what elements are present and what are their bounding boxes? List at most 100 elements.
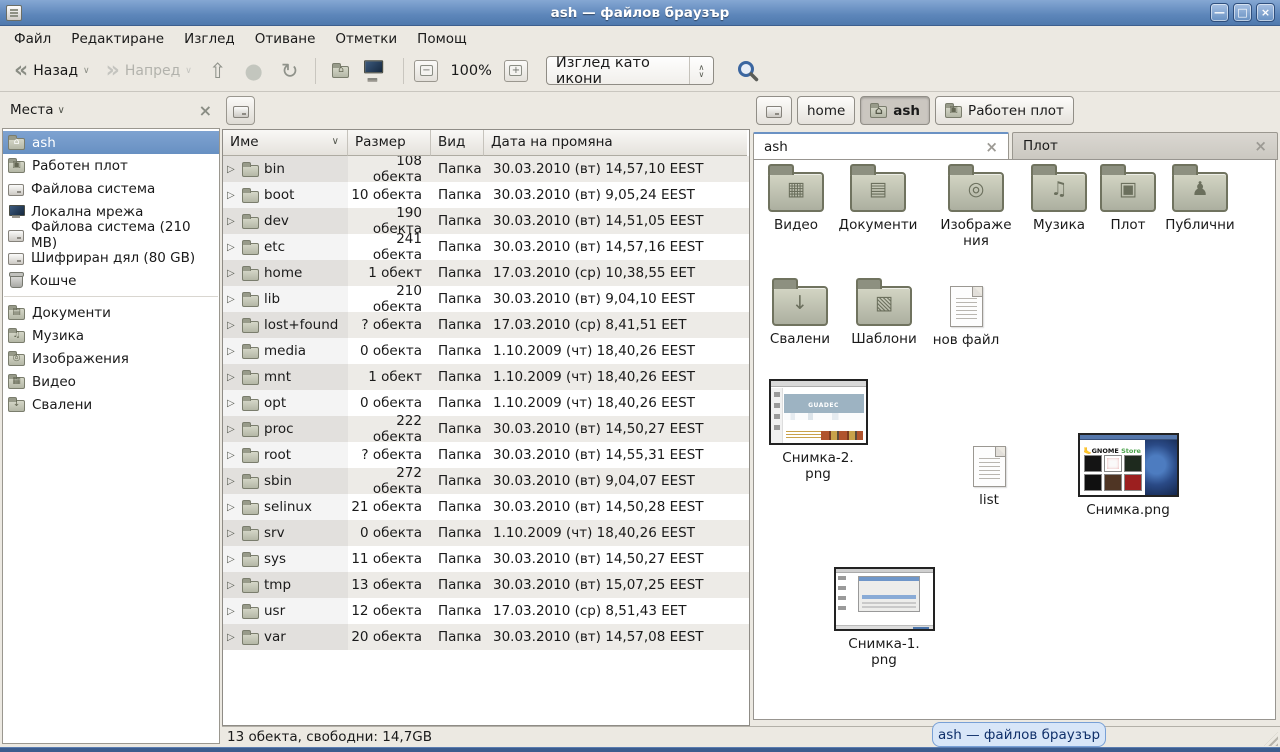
expander-icon[interactable]: ▷ [227,554,237,565]
menu-редактиране[interactable]: Редактиране [61,29,174,49]
icon-item-публични[interactable]: Публични [1156,172,1244,233]
forward-button[interactable]: » Напред ∨ [100,57,198,85]
table-row[interactable]: ▷ lib 210 обекта Папка 30.03.2010 (вт) 9… [223,286,749,312]
taskbar-window-button[interactable]: ash — файлов браузър [932,722,1106,747]
table-row[interactable]: ▷ dev 190 обекта Папка 30.03.2010 (вт) 1… [223,208,749,234]
column-header-date[interactable]: Дата на промяна [484,130,747,156]
expander-icon[interactable]: ▷ [227,632,237,643]
icon-item-изображения[interactable]: Изображения [938,172,1014,249]
root-path-button[interactable] [226,96,255,125]
view-mode-select[interactable]: Изглед като икони ∧∨ [546,56,714,85]
sidebar-item-музика[interactable]: Музика [3,324,219,347]
sidebar-item-файлова-система[interactable]: Файлова система [3,177,219,200]
menu-отиване[interactable]: Отиване [245,29,326,49]
menu-отметки[interactable]: Отметки [325,29,407,49]
expander-icon[interactable]: ▷ [227,216,237,227]
zoom-out-button[interactable]: − [414,60,438,82]
column-header-size[interactable]: Размер [348,130,431,156]
view-mode-spinner[interactable]: ∧∨ [689,57,713,84]
sidebar-item-документи[interactable]: Документи [3,301,219,324]
sidebar-item-ash[interactable]: ash [3,131,219,154]
table-row[interactable]: ▷ home 1 обект Папка 17.03.2010 (ср) 10,… [223,260,749,286]
back-dropdown-icon[interactable]: ∨ [83,66,90,76]
expander-icon[interactable]: ▷ [227,346,237,357]
table-row[interactable]: ▷ root ? обекта Папка 30.03.2010 (вт) 14… [223,442,749,468]
table-row[interactable]: ▷ opt 0 обекта Папка 1.10.2009 (чт) 18,4… [223,390,749,416]
up-icon[interactable]: ⇧ [202,60,234,82]
column-header-type[interactable]: Вид [431,130,484,156]
expander-icon[interactable]: ▷ [227,424,237,435]
home-button[interactable] [326,59,355,82]
menu-помощ[interactable]: Помощ [407,29,477,49]
sidebar-close-icon[interactable]: × [199,101,212,120]
minimize-button[interactable]: — [1210,3,1229,22]
computer-button[interactable] [359,58,393,84]
tab-ash[interactable]: ash × [753,132,1009,160]
breadcrumb-home-button[interactable]: home [797,96,855,125]
expander-icon[interactable]: ▷ [227,398,237,409]
sidebar-item-работен-плот[interactable]: Работен плот [3,154,219,177]
tab-close-icon[interactable]: × [1254,137,1267,155]
places-selector[interactable]: Места [10,102,54,118]
icon-item-снимка-1-png[interactable]: Снимка-1.png [832,567,936,668]
maximize-button[interactable]: □ [1233,3,1252,22]
expander-icon[interactable]: ▷ [227,320,237,331]
table-row[interactable]: ▷ selinux 21 обекта Папка 30.03.2010 (вт… [223,494,749,520]
search-button[interactable] [730,57,766,85]
icon-item-снимка-2-png[interactable]: GUADEC Снимка-2.png [768,379,868,482]
titlebar[interactable]: ash — файлов браузър — □ × [0,0,1280,26]
table-row[interactable]: ▷ tmp 13 обекта Папка 30.03.2010 (вт) 15… [223,572,749,598]
menu-изглед[interactable]: Изглед [174,29,245,49]
zoom-in-button[interactable]: + [504,60,528,82]
menu-файл[interactable]: Файл [4,29,61,49]
table-row[interactable]: ▷ mnt 1 обект Папка 1.10.2009 (чт) 18,40… [223,364,749,390]
expander-icon[interactable]: ▷ [227,528,237,539]
expander-icon[interactable]: ▷ [227,606,237,617]
resize-grip[interactable] [1264,732,1278,746]
table-row[interactable]: ▷ usr 12 обекта Папка 17.03.2010 (ср) 8,… [223,598,749,624]
tab-plot[interactable]: Плот × [1012,132,1278,160]
expander-icon[interactable]: ▷ [227,580,237,591]
table-row[interactable]: ▷ etc 241 обекта Папка 30.03.2010 (вт) 1… [223,234,749,260]
icon-item-плот[interactable]: Плот [1094,172,1162,233]
table-row[interactable]: ▷ boot 10 обекта Папка 30.03.2010 (вт) 9… [223,182,749,208]
column-header-name[interactable]: Име∨ [223,130,348,156]
close-button[interactable]: × [1256,3,1275,22]
table-row[interactable]: ▷ sbin 272 обекта Папка 30.03.2010 (вт) … [223,468,749,494]
sidebar-item-шифриран-дял-80-gb-[interactable]: Шифриран дял (80 GB) [3,246,219,269]
sidebar-item-видео[interactable]: Видео [3,370,219,393]
icon-view[interactable]: Видео Документи Изображения Музика Плот … [753,159,1276,720]
breadcrumb-ash-button[interactable]: ash [860,96,930,125]
expander-icon[interactable]: ▷ [227,372,237,383]
table-row[interactable]: ▷ lost+found ? обекта Папка 17.03.2010 (… [223,312,749,338]
reload-icon[interactable]: ↻ [274,60,306,82]
sidebar-item-файлова-система-210-mb-[interactable]: Файлова система (210 MB) [3,223,219,246]
expander-icon[interactable]: ▷ [227,242,237,253]
expander-icon[interactable]: ▷ [227,450,237,461]
icon-item-нов-файл[interactable]: нов файл [926,286,1006,348]
sidebar-item-кошче[interactable]: Кошче [3,269,219,292]
table-row[interactable]: ▷ bin 108 обекта Папка 30.03.2010 (вт) 1… [223,156,749,182]
sidebar-item-свалени[interactable]: Свалени [3,393,219,416]
expander-icon[interactable]: ▷ [227,190,237,201]
table-row[interactable]: ▷ srv 0 обекта Папка 1.10.2009 (чт) 18,4… [223,520,749,546]
sidebar-item-изображения[interactable]: Изображения [3,347,219,370]
breadcrumb-desktop-button[interactable]: Работен плот [935,96,1074,125]
table-row[interactable]: ▷ proc 222 обекта Папка 30.03.2010 (вт) … [223,416,749,442]
expander-icon[interactable]: ▷ [227,268,237,279]
back-button[interactable]: « Назад ∨ [8,57,96,85]
expander-icon[interactable]: ▷ [227,294,237,305]
tab-close-icon[interactable]: × [985,138,998,156]
table-row[interactable]: ▷ var 20 обекта Папка 30.03.2010 (вт) 14… [223,624,749,650]
icon-item-шаблони[interactable]: Шаблони [844,286,924,347]
expander-icon[interactable]: ▷ [227,164,237,175]
icon-item-видео[interactable]: Видео [756,172,836,233]
table-row[interactable]: ▷ sys 11 обекта Папка 30.03.2010 (вт) 14… [223,546,749,572]
icon-item-свалени[interactable]: Свалени [760,286,840,347]
table-row[interactable]: ▷ media 0 обекта Папка 1.10.2009 (чт) 18… [223,338,749,364]
expander-icon[interactable]: ▷ [227,502,237,513]
icon-item-list[interactable]: list [950,446,1028,508]
expander-icon[interactable]: ▷ [227,476,237,487]
icon-item-документи[interactable]: Документи [834,172,922,233]
icon-item-снимка-png[interactable]: 🦶GNOME Store Снимка.png [1076,433,1180,518]
